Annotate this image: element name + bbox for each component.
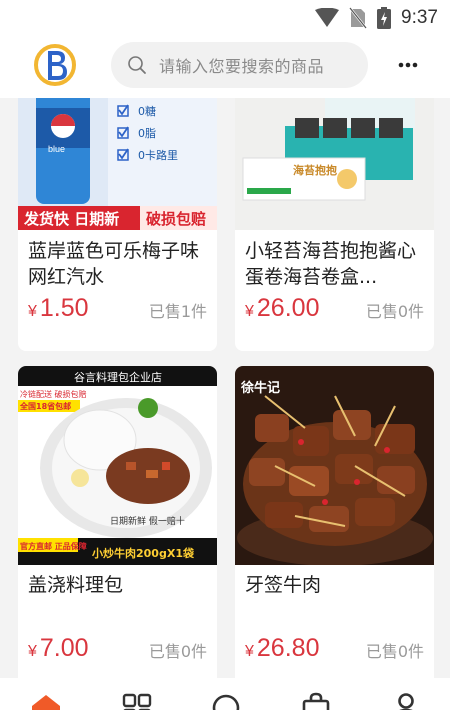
header: 请输入您要搜索的商品	[0, 36, 450, 98]
bottom-tab-bar	[0, 678, 450, 710]
sim-icon	[349, 7, 367, 29]
product-title[interactable]: 蓝岸蓝色可乐梅子味网红汽水	[28, 238, 207, 290]
image-banner-right: 破损包赔	[146, 210, 206, 228]
product-price: ¥7.00	[28, 634, 89, 662]
image-fresh-text: 日期新鲜 假一赔十	[110, 515, 185, 527]
product-title[interactable]: 盖浇料理包	[28, 572, 207, 598]
more-icon	[398, 62, 418, 68]
sold-count: 已售0件	[365, 642, 424, 661]
cart-icon	[302, 692, 330, 710]
image-badge: 冷链配送 破损包赔	[20, 389, 87, 399]
image-bottom-left: 官方直邮 正品保障	[20, 541, 87, 551]
category-icon	[122, 693, 152, 710]
product-title[interactable]: 小轻苔海苔抱抱酱心蛋卷海苔卷盒...	[245, 238, 424, 290]
status-icons: 9:37	[315, 6, 438, 30]
product-image[interactable]: 徐牛记	[235, 366, 434, 565]
tab-category[interactable]	[121, 692, 153, 710]
product-card[interactable]: 徐牛记 牙签牛肉 ¥26.80 已售0件	[235, 366, 434, 678]
check-item: 0脂	[138, 126, 156, 140]
tab-home[interactable]	[30, 692, 62, 710]
brand-logo[interactable]	[30, 40, 80, 90]
profile-icon	[398, 693, 414, 710]
sold-count: 已售1件	[148, 302, 207, 321]
search-input[interactable]: 请输入您要搜索的商品	[159, 53, 324, 77]
more-button[interactable]	[396, 50, 420, 80]
product-image[interactable]: 谷言料理包企业店 冷链配送 破损包赔 全国18省包邮 日期新鲜 假一赔十 官方直…	[18, 366, 217, 565]
signal-icon	[315, 8, 340, 27]
product-image[interactable]: 海苔抱抱	[235, 98, 434, 230]
image-shop-banner: 谷言料理包企业店	[74, 370, 162, 384]
search-bar[interactable]: 请输入您要搜索的商品	[111, 42, 368, 88]
sold-count: 已售0件	[365, 302, 424, 321]
sold-count: 已售0件	[148, 642, 207, 661]
product-image[interactable]: blue 0糖 0脂 0卡路里 发货快 日期新 破损包赔	[18, 98, 217, 230]
check-item: 0卡路里	[138, 149, 178, 162]
battery-icon	[377, 7, 392, 29]
product-grid: blue 0糖 0脂 0卡路里 发货快 日期新 破损包赔 蓝岸蓝色可乐梅子味网红…	[0, 98, 450, 678]
home-icon	[32, 695, 60, 710]
image-badge: 全国18省包邮	[19, 401, 71, 411]
product-card[interactable]: blue 0糖 0脂 0卡路里 发货快 日期新 破损包赔 蓝岸蓝色可乐梅子味网红…	[18, 98, 217, 351]
discover-icon	[212, 694, 240, 710]
check-item: 0糖	[138, 104, 156, 118]
status-time: 9:37	[401, 7, 438, 28]
status-bar: 9:37	[0, 0, 450, 36]
product-title[interactable]: 牙签牛肉	[245, 572, 424, 598]
tab-discover[interactable]	[210, 692, 242, 710]
image-box-label: 海苔抱抱	[293, 163, 337, 177]
tab-cart[interactable]	[300, 692, 332, 710]
image-bottom-right: 小炒牛肉200gX1袋	[91, 546, 195, 560]
product-price: ¥26.00	[245, 294, 320, 322]
svg-text:blue: blue	[48, 144, 65, 154]
product-card[interactable]: 海苔抱抱 小轻苔海苔抱抱酱心蛋卷海苔卷盒... ¥26.00 已售0件	[235, 98, 434, 351]
product-price: ¥26.80	[245, 634, 320, 662]
product-price: ¥1.50	[28, 294, 89, 322]
image-brand-text: 徐牛记	[240, 380, 280, 396]
image-banner-left: 发货快 日期新	[23, 210, 119, 228]
search-icon	[128, 56, 146, 74]
tab-profile[interactable]	[390, 692, 422, 710]
product-card[interactable]: 谷言料理包企业店 冷链配送 破损包赔 全国18省包邮 日期新鲜 假一赔十 官方直…	[18, 366, 217, 678]
